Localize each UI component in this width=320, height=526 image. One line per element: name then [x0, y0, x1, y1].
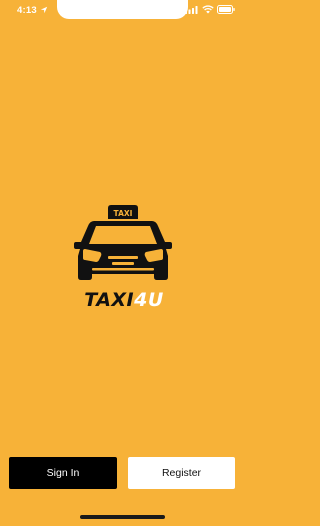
status-bar: 4:13 [0, 0, 245, 22]
device-notch [57, 0, 188, 19]
roof-sign-text: TAXI [114, 209, 133, 218]
status-time: 4:13 [17, 5, 37, 16]
home-indicator [80, 515, 165, 519]
register-button[interactable]: Register [128, 457, 235, 489]
taxi4u-logo: TAXI TAXI4U [74, 204, 172, 316]
wordmark-accent: 4U [134, 289, 164, 311]
battery-icon [217, 5, 235, 14]
taxi-car-icon: TAXI [74, 205, 172, 280]
wordmark-main: TAXI [84, 289, 135, 311]
cellular-signal-icon [185, 6, 198, 14]
sign-in-button[interactable]: Sign In [9, 457, 117, 489]
logo-wordmark: TAXI4U [78, 288, 170, 312]
location-arrow-icon [40, 6, 48, 14]
splash-screen: 4:13 TAXI TAXI4U Sign In Register [0, 0, 245, 526]
wifi-icon [202, 5, 214, 14]
